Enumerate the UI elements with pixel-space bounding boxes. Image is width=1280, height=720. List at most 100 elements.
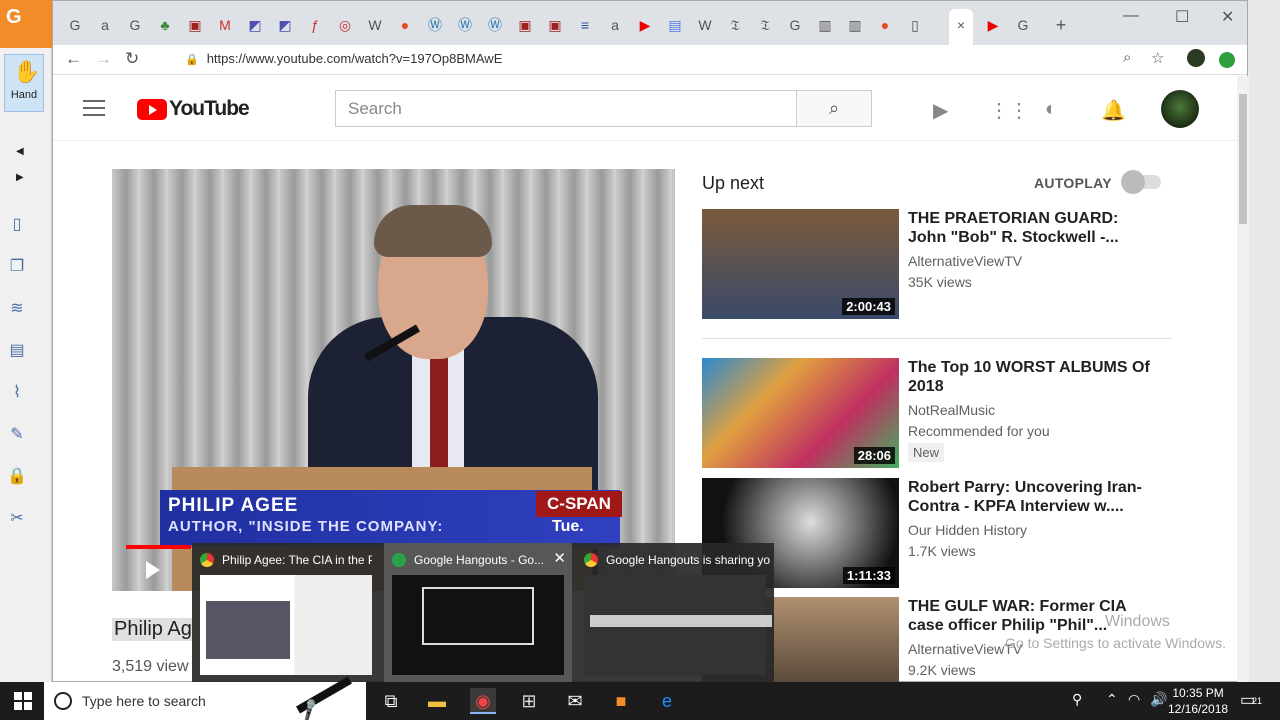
tab-news-icon[interactable]: ▣: [513, 13, 537, 37]
signature-icon[interactable]: ✎: [6, 424, 28, 446]
window-preview[interactable]: Google Hangouts is sharing yo...: [576, 543, 774, 682]
close-preview-icon[interactable]: ✕: [553, 549, 566, 567]
wifi-icon[interactable]: ◠: [1128, 691, 1140, 708]
tab-google-icon[interactable]: G: [1011, 13, 1035, 37]
scrollbar-thumb[interactable]: [1239, 94, 1247, 224]
window-preview[interactable]: Philip Agee: The CIA in the P...: [192, 543, 380, 682]
minimize-icon[interactable]: —: [1123, 7, 1139, 25]
recommendation-channel[interactable]: Our Hidden History: [908, 522, 1027, 538]
tab-circle-icon[interactable]: ◎: [333, 13, 357, 37]
recommendation-title[interactable]: The Top 10 WORST ALBUMS Of 2018: [908, 358, 1158, 396]
tab-nyt-icon[interactable]: 𝔗: [723, 13, 747, 37]
messages-icon[interactable]: ◐: [1045, 98, 1057, 121]
tab-amazon-icon[interactable]: a: [603, 13, 627, 37]
tab-wordpress-icon[interactable]: Ⓦ: [483, 13, 507, 37]
maximize-icon[interactable]: ☐: [1175, 7, 1189, 27]
pages-icon[interactable]: ❐: [6, 256, 28, 278]
back-icon[interactable]: ←: [65, 49, 82, 69]
store-icon[interactable]: ⊞: [516, 688, 542, 714]
tab-close-icon[interactable]: ×: [949, 9, 973, 45]
tab-reddit-icon[interactable]: ●: [393, 13, 417, 37]
tab-f-icon[interactable]: ƒ: [303, 13, 327, 37]
tab-news-icon[interactable]: ▣: [543, 13, 567, 37]
zoom-icon[interactable]: ⌕: [1123, 49, 1131, 66]
volume-icon[interactable]: 🔊: [1150, 691, 1167, 708]
hamburger-menu-icon[interactable]: [83, 100, 105, 116]
notifications-bell-icon[interactable]: 🔔: [1101, 98, 1126, 123]
reload-icon[interactable]: ↻: [125, 49, 139, 69]
tab-nyt-icon[interactable]: 𝔗: [753, 13, 777, 37]
address-bar[interactable]: 🔒 https://www.youtube.com/watch?v=197Op8B…: [185, 51, 502, 66]
tab-building-icon[interactable]: ▥: [813, 13, 837, 37]
tab-site-icon[interactable]: ◩: [273, 13, 297, 37]
tab-tree-icon[interactable]: ♣: [153, 13, 177, 37]
account-avatar[interactable]: [1161, 90, 1199, 128]
search-input[interactable]: Search: [335, 90, 797, 127]
video-thumbnail[interactable]: 28:06: [702, 358, 899, 468]
taskbar-search[interactable]: Type here to search 🎤: [44, 676, 366, 720]
tray-expand-icon[interactable]: ⌃: [1106, 691, 1118, 708]
tab-google-icon[interactable]: G: [783, 13, 807, 37]
tab-news-icon[interactable]: ▣: [183, 13, 207, 37]
video-thumbnail[interactable]: 2:00:43: [702, 209, 899, 319]
video-player[interactable]: PHILIP AGEE AUTHOR, "INSIDE THE COMPANY:…: [112, 169, 675, 591]
apps-grid-icon[interactable]: ⋮⋮: [989, 98, 1029, 123]
page-scrollbar[interactable]: [1237, 76, 1249, 682]
action-center-icon[interactable]: ▭ 21: [1240, 690, 1262, 710]
extension-icon[interactable]: [1219, 52, 1235, 68]
create-video-icon[interactable]: ▶: [933, 98, 948, 123]
tab-google-icon[interactable]: G: [123, 13, 147, 37]
people-icon[interactable]: ⚲: [1072, 691, 1082, 708]
tab-flag-icon[interactable]: ≡: [573, 13, 597, 37]
start-button[interactable]: [14, 692, 32, 710]
tab-gmail-icon[interactable]: M: [213, 13, 237, 37]
chrome-taskbar-icon[interactable]: ◉: [470, 688, 496, 714]
tab-wordpress-icon[interactable]: Ⓦ: [453, 13, 477, 37]
recommendation-title[interactable]: THE PRAETORIAN GUARD: John "Bob" R. Stoc…: [908, 209, 1158, 247]
file-explorer-icon[interactable]: ▬: [424, 688, 450, 714]
taskbar-clock[interactable]: 10:35 PM 12/16/2018: [1168, 685, 1228, 717]
comment-icon[interactable]: ▤: [6, 340, 28, 362]
page-icon[interactable]: ▯: [6, 214, 28, 236]
tab-amazon-icon[interactable]: a: [93, 13, 117, 37]
recommendation-title[interactable]: Robert Parry: Uncovering Iran-Contra - K…: [908, 478, 1158, 516]
lock-icon[interactable]: 🔒: [6, 466, 28, 488]
tab-wordpress-icon[interactable]: Ⓦ: [423, 13, 447, 37]
expand-arrow-icon[interactable]: ▶: [16, 172, 24, 183]
profile-avatar[interactable]: [1187, 49, 1205, 67]
task-view-icon[interactable]: ⧉: [378, 688, 404, 714]
tools-icon[interactable]: ✂: [6, 508, 28, 530]
window-preview[interactable]: Google Hangouts - Go... ✕: [384, 543, 572, 682]
recommendation-item[interactable]: 28:06 The Top 10 WORST ALBUMS Of 2018 No…: [702, 358, 1172, 468]
tab-youtube-icon[interactable]: ▶: [981, 13, 1005, 37]
tab-site-icon[interactable]: ◩: [243, 13, 267, 37]
autoplay-toggle[interactable]: [1121, 170, 1161, 194]
tab-wikipedia-icon[interactable]: W: [363, 13, 387, 37]
collapse-arrow-icon[interactable]: ◀: [16, 146, 24, 157]
tab-docs-icon[interactable]: ▤: [663, 13, 687, 37]
tab-google-icon[interactable]: G: [63, 13, 87, 37]
new-tab-icon[interactable]: +: [1049, 13, 1073, 37]
recommendation-channel[interactable]: NotRealMusic: [908, 402, 995, 418]
recommendation-channel[interactable]: AlternativeViewTV: [908, 253, 1022, 269]
hand-tool-button[interactable]: ✋ Hand: [4, 54, 44, 112]
tab-page-icon[interactable]: ▯: [903, 13, 927, 37]
tab-reddit-icon[interactable]: ●: [873, 13, 897, 37]
edge-icon[interactable]: e: [654, 688, 680, 714]
pdf-app-icon[interactable]: ■: [608, 688, 634, 714]
forward-icon[interactable]: →: [95, 49, 112, 69]
mail-icon[interactable]: ✉: [562, 688, 588, 714]
layers-icon[interactable]: ≋: [6, 298, 28, 320]
bookmark-star-icon[interactable]: ☆: [1151, 49, 1164, 67]
attachment-icon[interactable]: ⌇: [6, 382, 28, 404]
preview-video: [206, 601, 290, 659]
close-window-icon[interactable]: ✕: [1221, 7, 1234, 27]
recommendation-item[interactable]: 2:00:43 THE PRAETORIAN GUARD: John "Bob"…: [702, 209, 1172, 319]
play-button-icon[interactable]: [146, 561, 160, 579]
search-button[interactable]: ⌕: [796, 90, 872, 127]
tab-wikipedia-icon[interactable]: W: [693, 13, 717, 37]
youtube-logo[interactable]: YouTube: [137, 97, 250, 121]
microphone-icon[interactable]: 🎤: [296, 676, 352, 720]
tab-youtube-icon[interactable]: ▶: [633, 13, 657, 37]
tab-building-icon[interactable]: ▥: [843, 13, 867, 37]
